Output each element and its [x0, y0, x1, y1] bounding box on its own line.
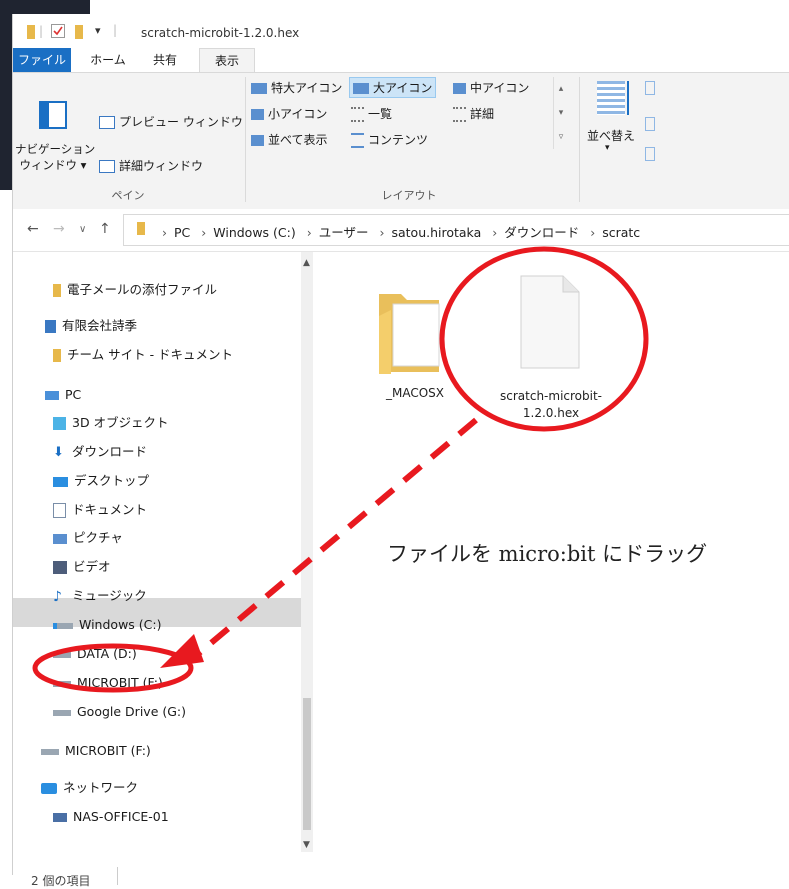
highlight-circle-microbit-drive	[32, 643, 194, 693]
highlight-circle-file	[439, 246, 649, 432]
annotation-overlay	[32, 246, 649, 693]
drag-arrow-line	[196, 417, 478, 657]
